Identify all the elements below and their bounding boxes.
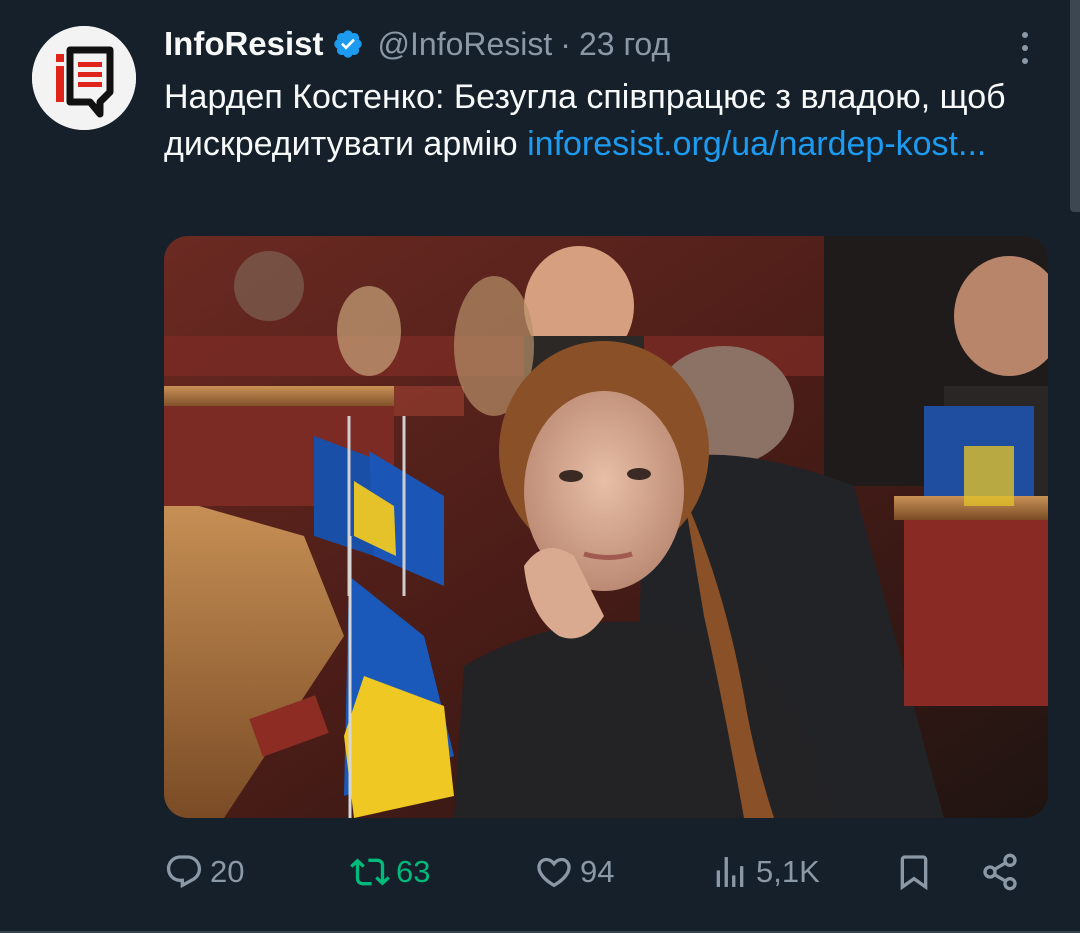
heart-icon <box>537 857 571 888</box>
views-icon <box>716 857 744 887</box>
share-icon <box>983 853 1017 891</box>
tweet-media-photo[interactable] <box>164 236 1048 818</box>
views-count: 5,1K <box>756 854 820 889</box>
more-options-icon[interactable] <box>1010 28 1040 68</box>
tweet[interactable]: InfoResist @InfoResist · 23 год Нардеп К… <box>0 0 1080 933</box>
like-count: 94 <box>580 854 615 889</box>
tweet-timestamp[interactable]: 23 год <box>579 26 670 63</box>
user-handle[interactable]: @InfoResist <box>378 26 553 63</box>
avatar[interactable] <box>32 26 136 130</box>
separator-dot: · <box>560 25 571 62</box>
action-bar: 20 63 94 5,1K <box>164 846 1044 898</box>
inforesist-logo-icon <box>32 26 136 130</box>
retweet-icon <box>350 858 390 886</box>
scrollbar[interactable] <box>1070 0 1080 212</box>
reply-icon <box>166 855 202 889</box>
verified-badge-icon[interactable] <box>332 28 364 60</box>
tweet-text: Нардеп Костенко: Безугла співпрацює з вл… <box>164 74 1044 168</box>
retweet-count: 63 <box>396 854 431 889</box>
views-button[interactable]: 5,1K <box>710 846 820 898</box>
tweet-header: InfoResist @InfoResist · 23 год <box>164 22 670 66</box>
like-button[interactable]: 94 <box>534 846 614 898</box>
display-name[interactable]: InfoResist <box>164 25 324 63</box>
reply-count: 20 <box>210 854 245 889</box>
bookmark-button[interactable] <box>894 846 934 898</box>
reply-button[interactable]: 20 <box>164 846 244 898</box>
bookmark-icon <box>900 855 928 891</box>
parliament-photo <box>164 236 1048 818</box>
share-button[interactable] <box>980 846 1020 898</box>
retweet-button[interactable]: 63 <box>350 846 430 898</box>
tweet-link[interactable]: inforesist.org/ua/nardep-kost... <box>527 125 986 163</box>
